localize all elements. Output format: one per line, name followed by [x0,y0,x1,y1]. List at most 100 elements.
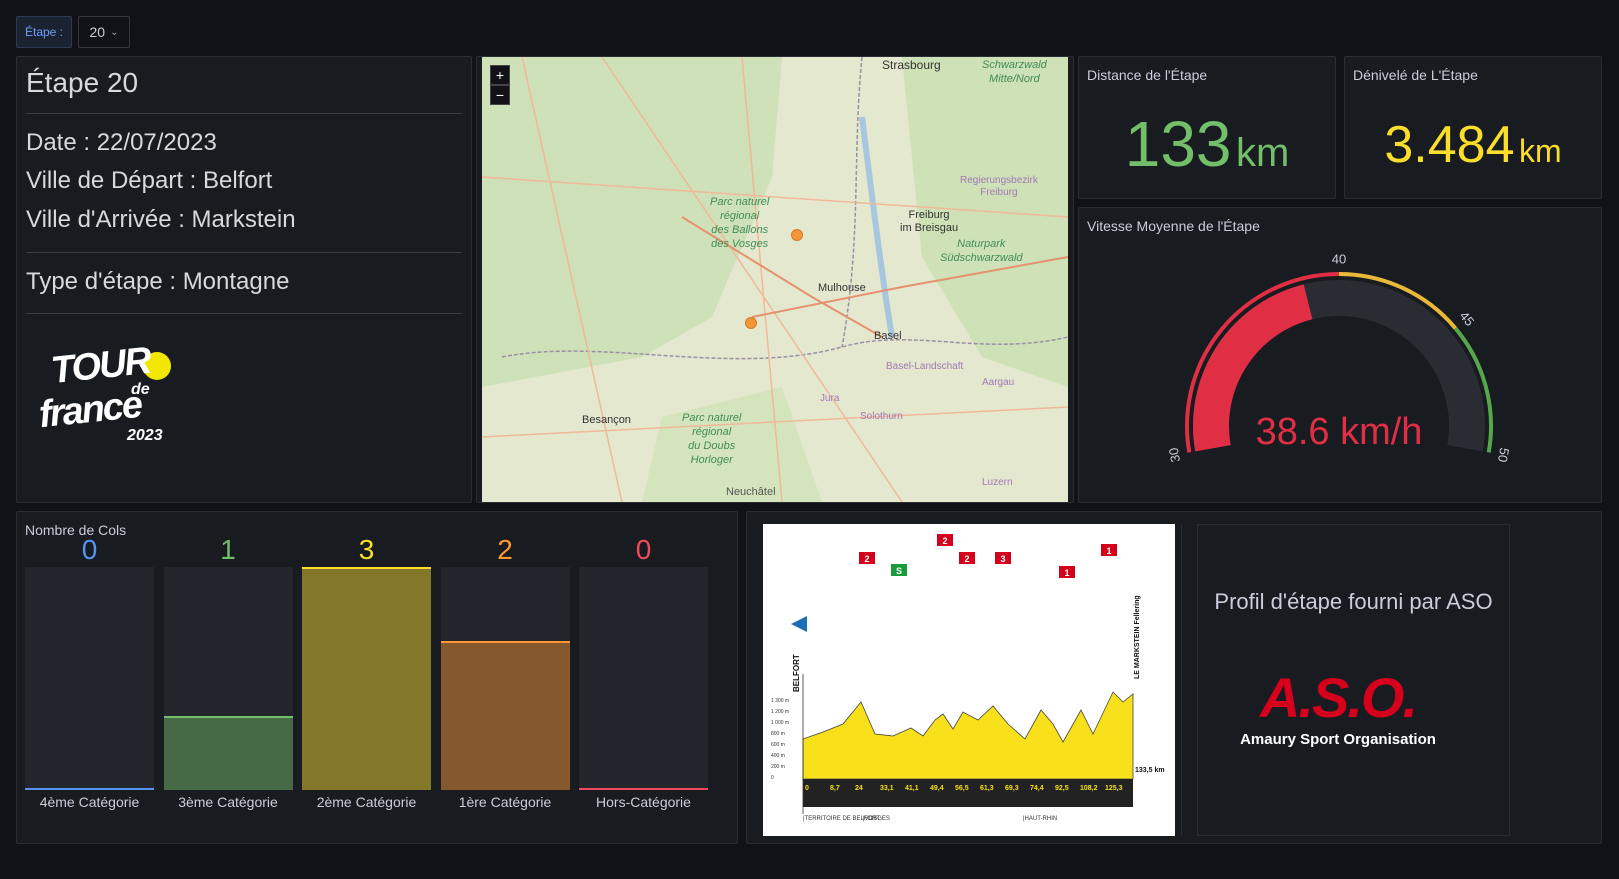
denivele-panel: Dénivelé de L'Étape 3.484 km [1344,56,1602,199]
km-mark: 61,3 [980,785,994,792]
col-count-3: 2 [497,534,513,565]
zoom-out-button[interactable]: − [490,85,510,105]
col-label-4: Hors-Catégorie [596,794,691,810]
aso-logo: A.S.O. [1259,666,1418,729]
map-label-schwarzwald: Schwarzwald Mitte/Nord [982,59,1047,85]
km-mark: 49,4 [930,785,944,792]
km-mark: 56,5 [955,785,969,792]
col-bar-fill-3 [440,641,570,790]
gauge-value: 38.6 km/h [1256,411,1423,453]
chevron-down-icon: ⌄ [110,26,119,38]
map-label-park-doubs: Parc naturel régional du Doubs Horloger [682,412,742,466]
map-label-park-sud: Naturpark Südschwarzwald [940,238,1023,264]
map-label-besancon: Besançon [582,414,631,426]
elevation-label: 200 m [771,764,785,770]
elevation-label: 800 m [771,731,785,737]
profile-caption: Profil d'étape fourni par ASO [1214,589,1493,614]
start-marker[interactable] [745,317,757,329]
km-mark: 8,7 [830,785,840,792]
profile-distance: 133,5 km [1135,767,1165,774]
denivele-unit: km [1518,133,1562,169]
aso-name: Amaury Sport Organisation [1240,731,1436,748]
col-count-0: 0 [81,534,98,565]
map-label-basel-landschaft: Basel-Landschaft [886,361,964,372]
map-label-basel: Basel [874,330,902,342]
zoom-in-button[interactable]: + [490,65,510,85]
climb-category-text: 1 [1064,568,1069,578]
elevation-label: 400 m [771,753,785,759]
gauge-tick-label: 45 [1457,308,1478,329]
km-mark: 33,1 [880,785,894,792]
km-mark: 0 [805,785,809,792]
col-label-1: 3ème Catégorie [178,794,278,810]
info-arrivee: Ville d'Arrivée : Markstein [26,206,296,233]
info-title: Étape 20 [26,67,139,98]
map-label-luzern: Luzern [982,477,1013,488]
finish-marker[interactable] [791,229,803,241]
elevation-label: 600 m [771,742,785,748]
divider [1181,524,1182,836]
info-date: Date : 22/07/2023 [26,129,217,156]
variable-label: Étape : [16,16,72,48]
profile-finish: LE MARKSTEIN Fellering [1134,595,1141,679]
col-bar-1 [163,567,293,790]
climb-category-text: 1 [1106,546,1111,556]
map-label-mulhouse: Mulhouse [818,282,866,294]
map-label-neuchatel: Neuchâtel [726,486,776,498]
col-bar-fill-2 [302,567,431,790]
col-label-2: 2ème Catégorie [316,794,417,810]
climb-category-text: 3 [1000,554,1005,564]
distance-panel: Distance de l'Étape 133 km [1078,56,1336,199]
col-bar-fill-4 [579,788,708,790]
route-map[interactable]: + − Strasbourg Schwarzwald Mitte/Nord Re… [482,57,1068,502]
map-label-park-vosges: Parc naturel régional des Ballons des Vo… [710,196,770,250]
gauge-tick-label: 50 [1495,447,1512,464]
cols-panel: Nombre de Cols 0 4ème Catégorie 1 3ème Caté… [16,511,738,844]
climb-category-text: 2 [942,536,947,546]
col-bar-0 [25,567,154,790]
denivele-value: 3.484 [1384,116,1515,174]
col-bar-2 [302,567,431,790]
map-label-solothurn: Solothurn [860,411,903,422]
col-count-1: 1 [220,534,236,565]
elevation-label: 1 000 m [771,720,789,726]
map-label-regierungsbezirk: Regierungsbezirk Freiburg [960,175,1038,198]
col-bar-3 [440,567,570,790]
distance-unit: km [1235,131,1290,175]
elevation-label: 1 200 m [771,709,789,715]
col-bar-fill-1 [163,715,293,790]
region-label: |HAUT-RHIN [1023,816,1057,822]
gauge-tick-label: 40 [1332,251,1346,266]
col-count-2: 3 [358,534,375,565]
divider [26,252,462,253]
col-label-0: 4ème Catégorie [39,794,140,810]
etape-select-value: 20 [89,24,106,40]
info-depart: Ville de Départ : Belfort [26,167,273,194]
col-count-4: 0 [635,534,652,565]
divider [26,313,462,314]
climb-category-text: 2 [864,554,869,564]
map-label-strasbourg: Strasbourg [882,58,941,72]
info-panel: Étape 20 Date : 22/07/2023 Ville de Dépa… [16,56,472,503]
tour-de-france-logo: TOUR de france 2023 [37,337,189,457]
cols-bar-gauge: 0 4ème Catégorie 1 3ème Catégorie 3 2ème Caté… [17,512,739,845]
map-label-freiburg: Freiburg im Breisgau [900,209,959,234]
profile-image: BELFORT LE MARKSTEIN Fellering 133,5 km … [763,524,1175,836]
denivele-title: Dénivelé de L'Étape [1353,67,1478,83]
km-mark: 69,3 [1005,785,1019,792]
gauge-tick-label: 30 [1166,447,1183,464]
map-label-jura: Jura [820,393,840,404]
elevation-label: 1 300 m [771,698,789,704]
divider [26,113,462,114]
gauge-panel: Vitesse Moyenne de l'Étape 30 40 45 50 38.6 … [1078,207,1602,503]
km-mark: 74,4 [1030,785,1044,792]
map-terrain [482,57,1068,502]
profile-panel: BELFORT LE MARKSTEIN Fellering 133,5 km … [746,511,1602,844]
logo-year: 2023 [127,427,163,444]
info-type: Type d'étape : Montagne [26,268,290,295]
km-mark: 24 [855,785,863,792]
col-bar-fill-0 [25,788,154,790]
km-mark: 125,3 [1105,785,1123,792]
col-label-3: 1ère Catégorie [458,794,552,810]
etape-select[interactable]: 20 ⌄ [78,16,130,48]
